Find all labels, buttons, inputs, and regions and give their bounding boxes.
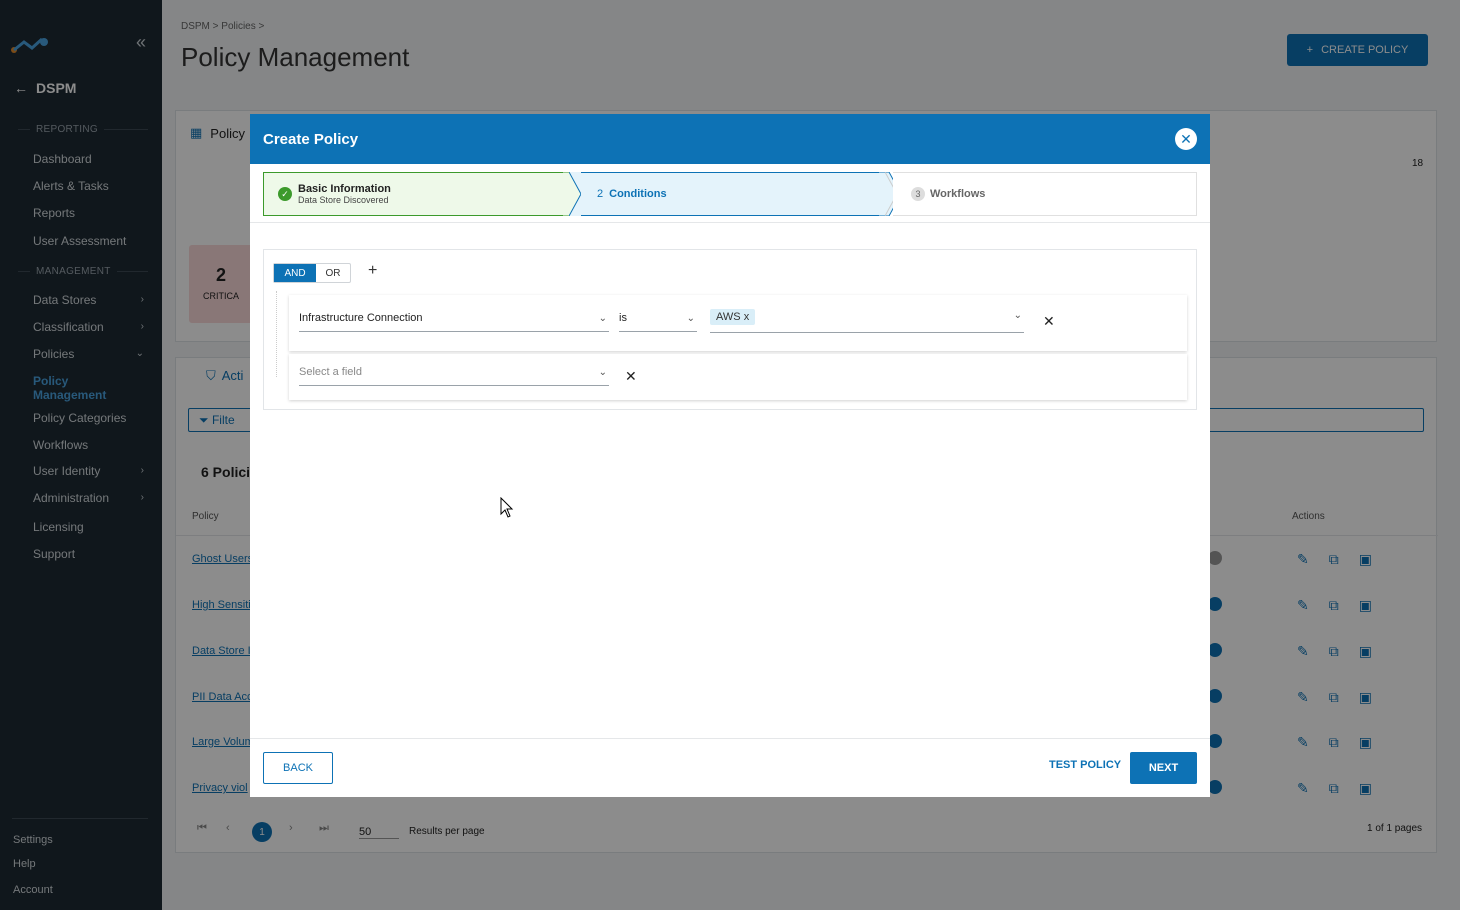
field-select[interactable]: Infrastructure Connection ⌄ — [299, 312, 609, 332]
create-policy-modal: Create Policy ✕ ✓ Basic Information Data… — [250, 114, 1210, 797]
close-icon[interactable]: ✕ — [1175, 128, 1197, 150]
or-option[interactable]: OR — [316, 264, 350, 282]
mouse-cursor-icon — [500, 497, 514, 518]
check-icon: ✓ — [278, 187, 292, 201]
test-policy-button[interactable]: TEST POLICY — [1049, 759, 1121, 771]
value-tag: AWS x — [710, 309, 756, 325]
chevron-down-icon: ⌄ — [686, 313, 695, 324]
step-conditions[interactable]: 2 Conditions — [581, 172, 881, 216]
step-basic-information[interactable]: ✓ Basic Information Data Store Discovere… — [263, 172, 573, 216]
back-button[interactable]: BACK — [263, 752, 333, 784]
stepper: ✓ Basic Information Data Store Discovere… — [263, 172, 1197, 216]
condition-row: Select a field ⌄ ✕ — [289, 354, 1187, 400]
chevron-down-icon: ⌄ — [598, 367, 607, 378]
modal-header: Create Policy ✕ — [250, 114, 1210, 164]
delete-condition-icon[interactable]: ✕ — [625, 368, 637, 385]
and-or-toggle[interactable]: AND OR — [273, 263, 351, 283]
field-select[interactable]: Select a field ⌄ — [299, 366, 609, 386]
and-option[interactable]: AND — [274, 264, 316, 282]
condition-row: Infrastructure Connection ⌄ is ⌄ AWS x ⌄ ✕ — [289, 295, 1187, 351]
operator-select[interactable]: is ⌄ — [619, 312, 697, 332]
next-button[interactable]: NEXT — [1130, 752, 1197, 784]
conditions-builder: AND OR + Infrastructure Connection ⌄ is ⌄ … — [263, 249, 1197, 410]
remove-tag-icon[interactable]: x — [744, 311, 750, 323]
delete-condition-icon[interactable]: ✕ — [1043, 313, 1055, 330]
modal-title: Create Policy — [263, 130, 359, 148]
chevron-down-icon: ⌄ — [598, 313, 607, 324]
chevron-down-icon: ⌄ — [1013, 310, 1022, 321]
add-condition-icon[interactable]: + — [368, 262, 377, 280]
value-multiselect[interactable]: AWS x ⌄ — [710, 309, 1024, 333]
step-workflows[interactable]: 3 Workflows — [893, 172, 1197, 216]
